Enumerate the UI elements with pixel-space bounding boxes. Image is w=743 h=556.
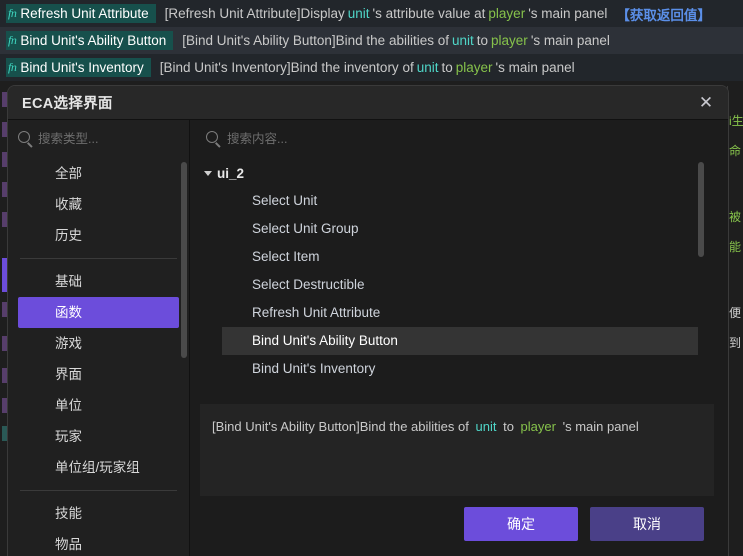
search-icon — [18, 131, 30, 143]
list-item[interactable]: Bind Unit's Inventory — [190, 355, 728, 383]
list-item[interactable]: Select Unit Group — [190, 215, 728, 243]
tree-group-ui2[interactable]: ui_2 — [190, 160, 728, 187]
statement-prefix: [Refresh Unit Attribute]Display — [164, 6, 345, 21]
content-search-input[interactable]: 搜索内容... — [227, 128, 287, 147]
function-chip: fn Bind Unit's Inventory — [6, 58, 151, 77]
tree-group-label: ui_2 — [217, 166, 245, 181]
function-icon: fn — [8, 32, 17, 47]
dialog-titlebar: ECA选择界面 ✕ — [8, 86, 728, 120]
token-unit[interactable]: unit — [345, 6, 373, 21]
editor-left-gutter — [0, 86, 8, 556]
content-search[interactable]: 搜索内容... — [190, 120, 728, 154]
cancel-button[interactable]: 取消 — [590, 507, 704, 541]
sidebar-item-all[interactable]: 全部 — [18, 158, 179, 189]
page-title: ECA选择界面 — [22, 96, 113, 112]
eca-statement-row[interactable]: fn Bind Unit's Inventory [Bind Unit's In… — [0, 54, 743, 81]
bg-fragment: 命 — [729, 144, 742, 158]
function-chip-label: Bind Unit's Inventory — [20, 59, 144, 75]
sidebar-item-player[interactable]: 玩家 — [18, 421, 179, 452]
bg-fragment: 到 — [729, 336, 742, 350]
bg-fragment: 被 — [729, 210, 742, 224]
token-player[interactable]: player — [488, 33, 531, 48]
detail-mid: to — [503, 419, 514, 434]
dialog-footer: 确定 取消 — [190, 496, 728, 556]
statement-suffix: 's main panel — [528, 6, 608, 21]
chevron-down-icon[interactable] — [204, 171, 212, 176]
bg-fragment: 能 — [729, 240, 742, 254]
confirm-button[interactable]: 确定 — [464, 507, 578, 541]
token-player[interactable]: player — [485, 6, 528, 21]
sidebar-item-unit[interactable]: 单位 — [18, 390, 179, 421]
list-item-selected[interactable]: Bind Unit's Ability Button — [222, 327, 698, 355]
detail-suffix: 's main panel — [562, 419, 639, 434]
statement-mid: to — [441, 60, 453, 75]
sidebar-item-history[interactable]: 历史 — [18, 220, 179, 251]
category-pane: 搜索类型... 全部 收藏 历史 基础 函数 游戏 界面 单位 玩家 单位组/玩… — [8, 120, 190, 556]
editor-right-overflow: i生 命 被 能 便 到 — [727, 86, 743, 556]
sidebar-item-unitgroup[interactable]: 单位组/玩家组 — [18, 452, 179, 483]
eca-statement-row[interactable]: fn Bind Unit's Ability Button [Bind Unit… — [0, 27, 743, 54]
token-player: player — [520, 419, 556, 434]
function-chip-label: Refresh Unit Attribute — [20, 5, 149, 21]
category-list: 全部 收藏 历史 基础 函数 游戏 界面 单位 玩家 单位组/玩家组 技能 物品 — [8, 154, 189, 556]
statement-suffix: 's main panel — [530, 33, 610, 48]
content-pane: 搜索内容... ui_2 Select Unit Select Unit Gro… — [190, 120, 728, 556]
get-return-value-link[interactable]: 【获取返回值】 — [616, 4, 711, 24]
eca-statement-row[interactable]: fn Refresh Unit Attribute [Refresh Unit … — [0, 0, 743, 27]
list-item[interactable]: Select Item — [190, 243, 728, 271]
list-item[interactable]: Select Unit — [190, 187, 728, 215]
sidebar-item-basic[interactable]: 基础 — [18, 266, 179, 297]
sidebar-item-favorites[interactable]: 收藏 — [18, 189, 179, 220]
sidebar-item-game[interactable]: 游戏 — [18, 328, 179, 359]
eca-tree: ui_2 Select Unit Select Unit Group Selec… — [190, 154, 728, 398]
token-unit: unit — [475, 419, 497, 434]
sidebar-item-ability[interactable]: 技能 — [18, 498, 179, 529]
token-unit[interactable]: unit — [414, 60, 442, 75]
eca-picker-dialog: ECA选择界面 ✕ 搜索类型... 全部 收藏 历史 基础 函数 游戏 界面 单… — [8, 86, 728, 556]
list-item[interactable]: Refresh Unit Attribute — [190, 299, 728, 327]
detail-prefix: [Bind Unit's Ability Button]Bind the abi… — [212, 419, 469, 434]
category-search-input[interactable]: 搜索类型... — [38, 128, 98, 147]
bg-fragment: i生 — [729, 114, 743, 128]
function-icon: fn — [8, 5, 17, 20]
sidebar-item-function[interactable]: 函数 — [18, 297, 179, 328]
function-chip-label: Bind Unit's Ability Button — [20, 32, 167, 48]
function-icon: fn — [8, 59, 17, 74]
function-chip: fn Bind Unit's Ability Button — [6, 31, 174, 50]
token-unit[interactable]: unit — [449, 33, 477, 48]
statement-mid: 's attribute value at — [372, 6, 486, 21]
sidebar-item-item[interactable]: 物品 — [18, 529, 179, 556]
statement-prefix: [Bind Unit's Ability Button]Bind the abi… — [182, 33, 449, 48]
category-scrollbar[interactable] — [181, 162, 187, 358]
statement-prefix: [Bind Unit's Inventory]Bind the inventor… — [159, 60, 414, 75]
sidebar-divider — [20, 490, 177, 491]
token-player[interactable]: player — [453, 60, 496, 75]
tree-scrollbar[interactable] — [698, 162, 704, 257]
close-icon[interactable]: ✕ — [686, 87, 726, 119]
sidebar-divider — [20, 258, 177, 259]
statement-suffix: 's main panel — [495, 60, 575, 75]
screen: fn Refresh Unit Attribute [Refresh Unit … — [0, 0, 743, 556]
detail-panel: [Bind Unit's Ability Button]Bind the abi… — [200, 404, 714, 496]
function-chip: fn Refresh Unit Attribute — [6, 4, 156, 23]
search-icon — [206, 131, 218, 143]
category-search[interactable]: 搜索类型... — [8, 120, 189, 154]
sidebar-item-ui[interactable]: 界面 — [18, 359, 179, 390]
bg-fragment: 便 — [729, 306, 742, 320]
list-item[interactable]: Select Destructible — [190, 271, 728, 299]
statement-mid: to — [476, 33, 489, 48]
dialog-body: 搜索类型... 全部 收藏 历史 基础 函数 游戏 界面 单位 玩家 单位组/玩… — [8, 120, 728, 556]
